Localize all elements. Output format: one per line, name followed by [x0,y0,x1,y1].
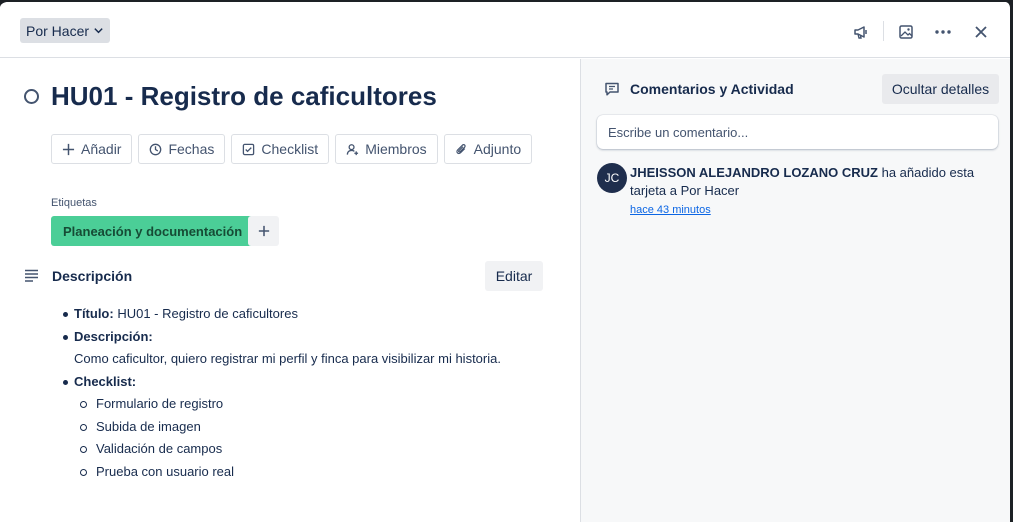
list-item: Checklist: Formulario de registro Subida… [63,371,501,484]
comment-input[interactable] [597,115,998,149]
header-divider [883,21,884,41]
checklist-button-label: Checklist [261,141,319,157]
activity-panel: Comentarios y Actividad Ocultar detalles… [580,59,1010,522]
label-chip[interactable]: Planeación y documentación [51,216,255,246]
activity-heading: Comentarios y Actividad [630,81,794,97]
dates-button[interactable]: Fechas [138,134,226,164]
plus-icon [62,143,75,155]
description-body[interactable]: Título: HU01 - Registro de caficultores … [63,303,501,484]
activity-entry-text: JHEISSON ALEJANDRO LOZANO CRUZ ha añadid… [630,164,990,200]
checklist-icon [243,143,255,155]
checklist-item: Formulario de registro [74,393,501,416]
image-icon[interactable] [890,16,922,48]
avatar[interactable]: JC [597,163,627,193]
checklist-button[interactable]: Checklist [231,134,330,164]
add-member-icon [346,143,359,155]
activity-timestamp-link[interactable]: hace 43 minutos [630,204,711,216]
attachment-button-label: Adjunto [473,141,522,157]
add-button-label: Añadir [81,141,122,157]
checklist-key: Checklist: [74,373,137,389]
megaphone-icon[interactable] [845,16,877,48]
members-button[interactable]: Miembros [335,134,438,164]
list-name: Por Hacer [26,22,90,39]
card-detail-modal: Por Hacer HU01 - Registro de caficultore… [0,0,1013,522]
edit-description-button[interactable]: Editar [485,261,543,291]
plus-icon [258,225,269,237]
description-key: Descripción: [74,328,153,344]
add-button[interactable]: Añadir [51,134,133,164]
hide-details-button[interactable]: Ocultar detalles [882,74,999,104]
activity-user[interactable]: JHEISSON ALEJANDRO LOZANO CRUZ [630,165,878,180]
paperclip-icon [456,143,466,154]
more-icon[interactable] [927,16,959,48]
clock-icon [150,143,162,155]
description-value: Como caficultor, quiero registrar mi per… [74,351,501,366]
card-actions: Añadir Fechas Checklist Miembros Adjunto [51,134,533,164]
title-key: Título: [74,306,114,321]
add-label-button[interactable] [248,216,279,246]
card-title[interactable]: HU01 - Registro de caficultores [51,81,437,112]
checklist-item: Prueba con usuario real [74,461,501,484]
members-button-label: Miembros [365,141,427,157]
card-main-panel: HU01 - Registro de caficultores Añadir F… [0,59,580,522]
attachment-button[interactable]: Adjunto [443,134,533,164]
description-icon [24,269,39,287]
list-selector[interactable]: Por Hacer [20,18,111,43]
circle-icon[interactable] [24,89,39,104]
checklist-item: Validación de campos [74,438,501,461]
comment-icon [604,81,620,102]
close-icon[interactable] [965,16,997,48]
chevron-down-icon [94,28,103,34]
dates-button-label: Fechas [168,141,215,157]
description-heading: Descripción [52,268,133,284]
labels-heading: Etiquetas [51,197,97,209]
checklist-item: Subida de imagen [74,416,501,439]
list-item: Descripción: Como caficultor, quiero reg… [63,326,501,371]
title-value: HU01 - Registro de caficultores [113,306,298,321]
list-item: Título: HU01 - Registro de caficultores [63,303,501,326]
card-header: Por Hacer [0,2,1010,58]
